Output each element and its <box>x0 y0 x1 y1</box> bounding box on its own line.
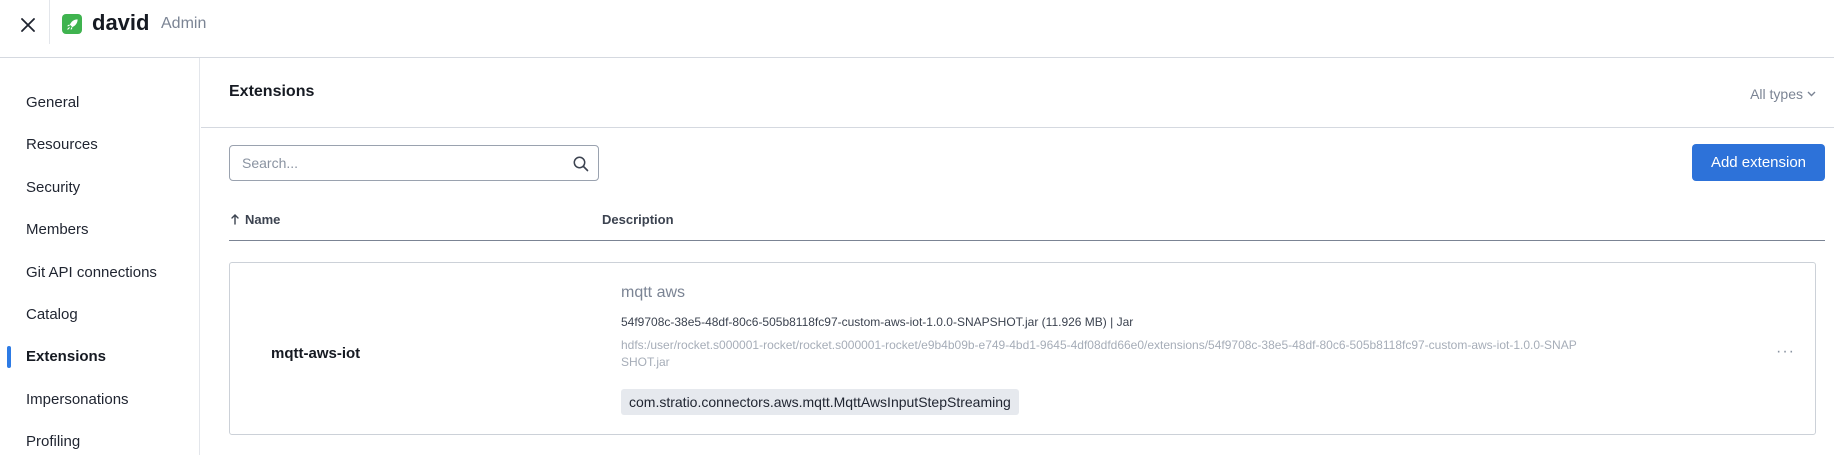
type-filter-label: All types <box>1750 86 1803 102</box>
extension-title: mqtt aws <box>621 284 686 301</box>
app-role: Admin <box>161 15 207 32</box>
extension-path: hdfs:/user/rocket.s000001-rocket/rocket.… <box>621 338 1577 369</box>
extension-card[interactable]: mqtt-aws-iot mqtt aws 54f9708c-38e5-48df… <box>229 262 1816 435</box>
type-filter-dropdown[interactable]: All types <box>1750 86 1816 102</box>
header-divider <box>49 0 50 44</box>
section-divider <box>201 127 1834 128</box>
top-bar: david Admin <box>0 0 1834 58</box>
arrow-up-icon <box>231 214 239 225</box>
add-extension-button[interactable]: Add extension <box>1692 144 1825 181</box>
chevron-down-icon <box>1807 91 1816 97</box>
active-indicator <box>7 346 11 368</box>
sidebar-item-profiling[interactable]: Profiling <box>26 433 80 450</box>
sidebar-item-impersonations[interactable]: Impersonations <box>26 391 129 408</box>
search-input[interactable] <box>242 146 562 180</box>
sidebar-item-extensions[interactable]: Extensions <box>26 348 106 365</box>
close-button[interactable] <box>17 14 39 36</box>
sidebar: General Resources Security Members Git A… <box>0 58 200 455</box>
sidebar-item-members[interactable]: Members <box>26 221 89 238</box>
rocket-icon <box>62 14 82 34</box>
more-icon[interactable]: ··· <box>1776 343 1795 361</box>
sidebar-item-security[interactable]: Security <box>26 179 80 196</box>
extension-name: mqtt-aws-iot <box>271 345 361 362</box>
page-title: Extensions <box>229 83 315 100</box>
extension-class-badge: com.stratio.connectors.aws.mqtt.MqttAwsI… <box>621 389 1019 415</box>
app-name: david <box>92 10 150 35</box>
column-header-name[interactable]: Name <box>231 212 280 227</box>
sidebar-item-resources[interactable]: Resources <box>26 136 98 153</box>
extension-file-info: 54f9708c-38e5-48df-80c6-505b8118fc97-cus… <box>621 315 1134 329</box>
column-header-description-label: Description <box>602 212 674 227</box>
table-header-rule <box>229 240 1825 241</box>
sidebar-item-general[interactable]: General <box>26 94 79 111</box>
close-icon <box>21 18 35 32</box>
column-header-name-label: Name <box>245 212 281 227</box>
main-content: Extensions All types Add extension Name … <box>201 58 1834 455</box>
column-header-description: Description <box>602 212 674 227</box>
sidebar-item-catalog[interactable]: Catalog <box>26 306 78 323</box>
search-icon[interactable] <box>572 155 590 173</box>
sidebar-item-git-api-connections[interactable]: Git API connections <box>26 264 157 281</box>
search-box <box>229 145 599 181</box>
